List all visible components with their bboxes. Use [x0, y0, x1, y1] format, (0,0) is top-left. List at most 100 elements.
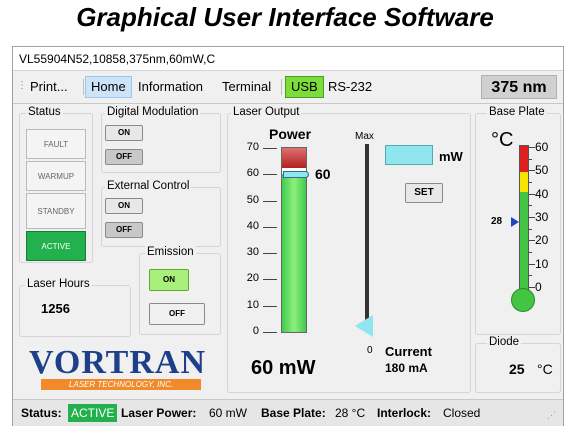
current-value: 180 mA — [385, 361, 428, 375]
statusbar-plate-value: 28 °C — [335, 406, 366, 420]
power-readout: 60 mW — [251, 357, 316, 379]
power-tick-label: 10 — [246, 298, 259, 311]
power-tick-mark — [263, 148, 277, 149]
power-unit-label: mW — [439, 149, 463, 164]
window-title: VL55904N52,10858,375nm,60mW,C — [13, 47, 563, 71]
statusbar-status-value: ACTIVE — [68, 404, 118, 422]
current-label: Current — [385, 344, 432, 359]
thermometer-bulb — [511, 288, 535, 312]
status-warmup: WARMUP — [26, 161, 86, 191]
power-tick-label: 30 — [246, 246, 259, 259]
power-setpoint-marker[interactable] — [283, 171, 309, 179]
base-plate-label: Base Plate — [487, 106, 547, 118]
status-fault: FAULT — [26, 129, 86, 159]
thermometer-minor-tick — [529, 182, 532, 183]
thermometer-tick-label: 60 — [535, 140, 549, 154]
power-tick-label: 70 — [246, 141, 259, 153]
menu-bar: ⋮ Print... Home Information Terminal USB… — [13, 71, 563, 104]
thermometer-yellow-zone — [520, 172, 528, 192]
thermometer-minor-tick — [529, 275, 532, 277]
laser-hours-group — [19, 285, 131, 337]
status-standby: STANDBY — [26, 193, 86, 229]
power-tick-mark — [263, 253, 277, 255]
external-control-on-button[interactable]: ON — [105, 198, 143, 214]
diode-unit: °C — [537, 361, 553, 377]
external-control-off-button[interactable]: OFF — [105, 222, 143, 238]
laser-hours-label: Laser Hours — [25, 278, 92, 290]
menu-home[interactable]: Home — [85, 76, 132, 98]
power-tick-mark — [263, 226, 277, 228]
power-tick-label: 40 — [246, 219, 259, 232]
set-button[interactable]: SET — [405, 183, 443, 203]
power-bar-overload — [282, 148, 306, 168]
vortran-logo: VORTRAN LASER TECHNOLOGY, INC. — [29, 345, 213, 391]
power-tick-label: 0 — [252, 325, 259, 337]
power-slider-thumb[interactable] — [355, 315, 373, 337]
power-tick-label: 50 — [246, 193, 259, 206]
power-slider-track[interactable] — [365, 144, 369, 330]
logo-tagline: LASER TECHNOLOGY, INC. — [41, 379, 201, 390]
resize-grip-icon[interactable]: ⋰ — [547, 402, 556, 428]
emission-off-button[interactable]: OFF — [149, 303, 205, 325]
statusbar-status-label: Status: — [21, 406, 62, 420]
menu-separator — [83, 79, 84, 95]
power-tick-mark — [263, 305, 277, 307]
statusbar-plate-label: Base Plate: — [261, 406, 326, 420]
thermometer-minor-tick — [529, 252, 532, 253]
menu-information[interactable]: Information — [133, 77, 208, 97]
power-tick-mark — [263, 279, 277, 281]
base-plate-unit: °C — [491, 129, 514, 151]
thermometer-tick-label: 0 — [535, 280, 542, 294]
power-tick-mark — [263, 200, 277, 202]
power-setpoint-input[interactable] — [385, 145, 433, 165]
emission-label: Emission — [145, 246, 196, 258]
external-control-group — [101, 187, 221, 247]
thermometer-tick-label: 40 — [535, 186, 549, 201]
thermometer-tick-label: 50 — [535, 163, 549, 178]
slider-min-label: 0 — [367, 345, 373, 356]
logo-name: VORTRAN — [29, 344, 207, 381]
power-tick-label: 20 — [246, 272, 259, 285]
power-tick-mark — [263, 174, 277, 176]
page-banner-title: Graphical User Interface Software — [76, 2, 494, 32]
power-setpoint-value: 60 — [315, 166, 331, 183]
thermometer-minor-tick — [529, 205, 532, 207]
diode-label: Diode — [487, 336, 522, 348]
digital-modulation-off-button[interactable]: OFF — [105, 149, 143, 165]
external-control-label: External Control — [105, 180, 192, 192]
thermometer-fill — [520, 192, 528, 294]
slider-max-label: Max — [355, 131, 374, 142]
status-active: ACTIVE — [26, 231, 86, 261]
menu-rs232[interactable]: RS-232 — [323, 77, 377, 97]
emission-on-button[interactable]: ON — [149, 269, 189, 291]
statusbar-interlock-label: Interlock: — [377, 406, 432, 420]
thermometer-tick-label: 20 — [535, 233, 549, 248]
thermometer-minor-tick — [529, 228, 532, 230]
power-bar-fill — [282, 174, 306, 332]
thermometer-tick-label: 10 — [535, 256, 549, 271]
power-tick-mark — [263, 332, 277, 333]
statusbar-power-label: Laser Power: — [121, 406, 197, 420]
digital-modulation-on-button[interactable]: ON — [105, 125, 143, 141]
menu-separator — [281, 79, 282, 95]
status-group-label: Status — [26, 106, 63, 118]
laser-output-label: Laser Output — [231, 106, 302, 118]
menu-print[interactable]: Print... — [25, 77, 73, 97]
thermometer-red-zone — [520, 146, 528, 172]
power-tick-label: 60 — [246, 167, 259, 180]
status-bar: Status: ACTIVE Laser Power: 60 mW Base P… — [13, 399, 563, 426]
digital-modulation-label: Digital Modulation — [105, 106, 201, 118]
wavelength-display: 375 nm — [481, 75, 557, 99]
power-label: Power — [269, 126, 312, 142]
laser-hours-value: 1256 — [41, 301, 70, 316]
menu-terminal[interactable]: Terminal — [217, 77, 276, 97]
thermometer-tick-label: 30 — [535, 210, 549, 224]
base-plate-marker-value: 28 — [491, 215, 503, 227]
base-plate-marker-icon — [511, 216, 519, 227]
app-window: VL55904N52,10858,375nm,60mW,C ⋮ Print...… — [12, 46, 564, 426]
thermometer-minor-tick — [529, 158, 532, 160]
menu-usb[interactable]: USB — [285, 76, 324, 98]
statusbar-interlock-value: Closed — [443, 406, 481, 420]
statusbar-power-value: 60 mW — [209, 406, 248, 420]
diode-value: 25 — [509, 361, 525, 377]
